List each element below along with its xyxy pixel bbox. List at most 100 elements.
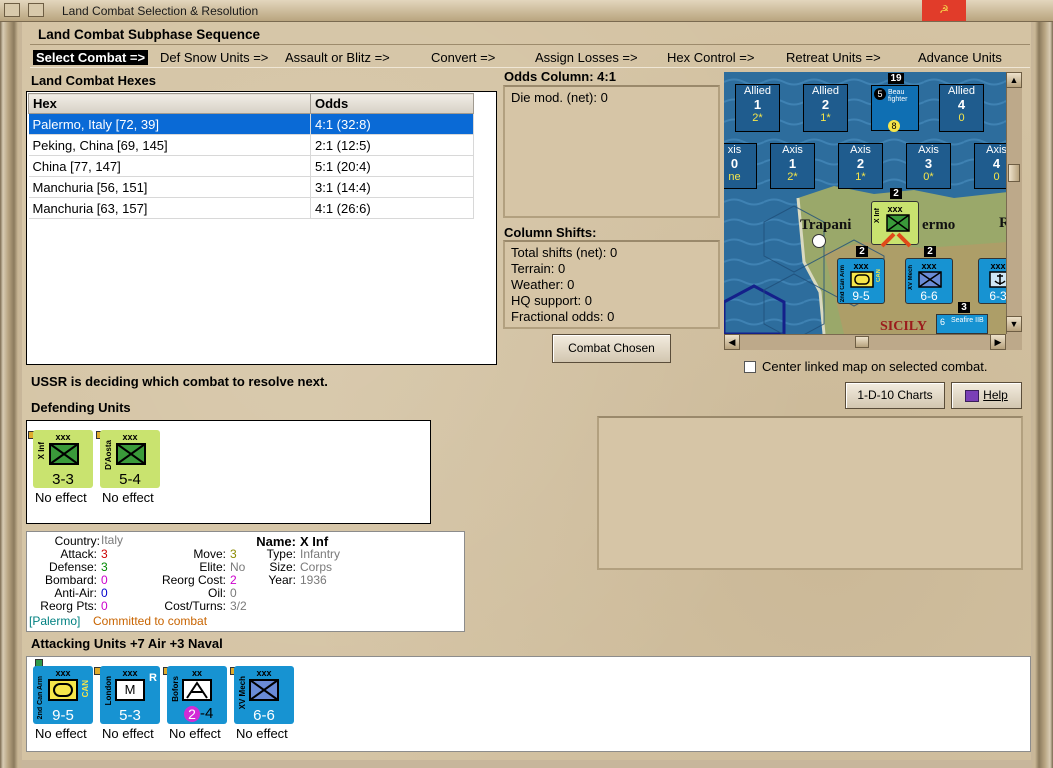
- hex-cell: China [77, 147]: [28, 155, 311, 177]
- step-hex-control: Hex Control =>: [667, 50, 755, 65]
- column-shifts-panel: Total shifts (net): 0 Terrain: 0 Weather…: [503, 240, 720, 329]
- table-row[interactable]: Manchuria [63, 157] 4:1 (26:6): [28, 197, 474, 219]
- column-header-odds[interactable]: Odds: [310, 93, 474, 114]
- scroll-right-icon[interactable]: ▶: [990, 334, 1006, 350]
- detail-size: Corps: [300, 560, 333, 574]
- detail-elite-label: Elite:: [199, 560, 226, 574]
- window-title: Land Combat Selection & Resolution: [62, 4, 259, 18]
- counter-name: Bofors: [171, 676, 180, 702]
- defending-unit-x-inf[interactable]: xxx X Inf 3-3: [33, 430, 93, 488]
- title-bar[interactable]: Land Combat Selection & Resolution ☭: [0, 0, 1053, 22]
- window-icon: [28, 3, 44, 17]
- axis-box-label: Axis: [986, 144, 1007, 156]
- shift-fractional-odds: Fractional odds: 0: [511, 309, 615, 324]
- detail-location: [Palermo]: [29, 614, 81, 628]
- map-counter-2nd-can-arm[interactable]: xxx 2nd Can Arm CAN 9-5: [837, 258, 885, 304]
- map-label-sicily: SICILY: [880, 319, 927, 334]
- counter-tag: R: [149, 672, 157, 684]
- scroll-thumb[interactable]: [855, 336, 869, 348]
- allied-box-4[interactable]: Allied 4 0: [939, 84, 984, 132]
- port-icon: [812, 234, 826, 248]
- table-row[interactable]: Palermo, Italy [72, 39] 4:1 (32:8): [28, 113, 474, 135]
- attacking-unit-2nd-can-arm[interactable]: xxx 2nd Can Arm CAN 9-5: [33, 666, 93, 724]
- detail-year-label: Year:: [268, 573, 296, 587]
- table-row[interactable]: China [77, 147] 5:1 (20:4): [28, 155, 474, 177]
- map-counter-air[interactable]: 6 Seafire IIB: [936, 314, 988, 334]
- counter-name: X Inf: [874, 208, 881, 224]
- unit-effect: No effect: [102, 490, 154, 505]
- axis-box-label: xis: [727, 144, 742, 156]
- axis-box-0[interactable]: xis 0 ne: [724, 143, 757, 189]
- counter-name: XV Mech: [238, 676, 247, 710]
- attacking-unit-london[interactable]: xxx London R M 5-3: [100, 666, 160, 724]
- counter-strength: 9-5: [852, 289, 870, 303]
- table-row[interactable]: Peking, China [69, 145] 2:1 (12:5): [28, 134, 474, 156]
- map-counter-x-inf[interactable]: xxx X Inf: [871, 201, 919, 248]
- combat-chosen-button[interactable]: Combat Chosen: [552, 334, 671, 363]
- odds-cell: 4:1 (32:8): [310, 113, 474, 135]
- close-button[interactable]: ☭: [922, 0, 966, 21]
- scroll-thumb[interactable]: [1008, 164, 1020, 182]
- allied-box-number: 2: [821, 97, 830, 112]
- stack-badge: 2: [890, 188, 902, 199]
- attack-arrows-icon: [880, 232, 912, 248]
- help-button[interactable]: Help: [951, 382, 1022, 409]
- stack-badge: 2: [924, 246, 936, 257]
- allied-box-value: 2*: [752, 112, 763, 124]
- combat-results-panel: [597, 416, 1023, 570]
- detail-attack: 3: [101, 547, 108, 561]
- scroll-down-icon[interactable]: ▼: [1006, 316, 1022, 332]
- charts-button[interactable]: 1-D-10 Charts: [845, 382, 945, 409]
- center-map-label[interactable]: Center linked map on selected combat.: [762, 359, 987, 374]
- detail-bombard-label: Bombard:: [44, 573, 97, 587]
- counter-size: xxx: [990, 261, 1006, 271]
- detail-costturns: 3/2: [230, 599, 247, 613]
- linked-map[interactable]: Allied 1 2* Allied 2 1* Allied 4 0 19 5 …: [724, 72, 1008, 334]
- axis-box-value: ne: [728, 171, 741, 183]
- map-horizontal-scrollbar[interactable]: ◀ ▶: [724, 334, 1008, 350]
- column-header-hex[interactable]: Hex: [28, 93, 311, 114]
- axis-box-4[interactable]: Axis 4 0: [974, 143, 1008, 189]
- allied-box-2[interactable]: Allied 2 1*: [803, 84, 848, 132]
- scroll-corner: [1006, 334, 1022, 350]
- odds-column-title: Odds Column: 4:1: [504, 69, 616, 84]
- hex-cell: Manchuria [56, 151]: [28, 176, 311, 198]
- axis-box-3[interactable]: Axis 3 0*: [906, 143, 951, 189]
- table-row[interactable]: Manchuria [56, 151] 3:1 (14:4): [28, 176, 474, 198]
- center-map-checkbox[interactable]: [744, 361, 756, 373]
- axis-box-2[interactable]: Axis 2 1*: [838, 143, 883, 189]
- map-counter-naval[interactable]: xxx 6-3: [978, 258, 1008, 304]
- allied-box-value: 1*: [820, 112, 831, 124]
- step-retreat-units: Retreat Units =>: [786, 50, 881, 65]
- detail-antiair: 0: [101, 586, 108, 600]
- die-mod: Die mod. (net): 0: [511, 90, 608, 105]
- map-counter-xv-mech[interactable]: xxx XV Mech 6-6: [905, 258, 953, 304]
- scroll-left-icon[interactable]: ◀: [724, 334, 740, 350]
- hexes-table: Hex Odds Palermo, Italy [72, 39] 4:1 (32…: [28, 93, 474, 219]
- air-counter-value: 6: [940, 317, 946, 327]
- counter-strength: 5-4: [119, 471, 141, 488]
- defending-unit-daosta[interactable]: xxx D'Aosta 5-4: [100, 430, 160, 488]
- window-menu-icon[interactable]: [4, 3, 20, 17]
- counter-strength: 6-3: [989, 289, 1007, 303]
- counter-name: XV Mech: [908, 265, 914, 291]
- counter-strength: 6-6: [920, 289, 938, 303]
- detail-country-label: Country:: [54, 534, 100, 548]
- attacking-unit-bofors[interactable]: xx Bofors 2 -4: [167, 666, 227, 724]
- odds-cell: 5:1 (20:4): [310, 155, 474, 177]
- axis-box-number: 0: [730, 156, 739, 171]
- map-vertical-scrollbar[interactable]: ▲ ▼: [1006, 72, 1022, 334]
- scroll-up-icon[interactable]: ▲: [1006, 72, 1022, 88]
- axis-box-1[interactable]: Axis 1 2*: [770, 143, 815, 189]
- allied-box-label: Allied: [948, 85, 975, 97]
- allied-box-value: 0: [958, 112, 965, 124]
- detail-status: Committed to combat: [93, 614, 208, 628]
- attacking-unit-xv-mech[interactable]: xxx XV Mech 6-6: [234, 666, 294, 724]
- unit-effect: No effect: [35, 726, 87, 741]
- axis-box-number: 3: [924, 156, 933, 171]
- detail-bombard: 0: [101, 573, 108, 587]
- air-stack[interactable]: 5 Beau fighter 8: [871, 85, 919, 132]
- allied-box-1[interactable]: Allied 1 2*: [735, 84, 780, 132]
- axis-box-number: 4: [992, 156, 1001, 171]
- motorized-icon: M: [115, 679, 145, 701]
